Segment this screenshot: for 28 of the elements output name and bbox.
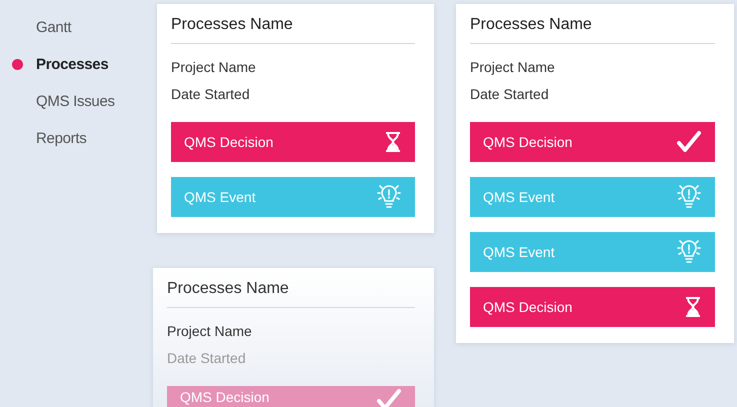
card-title: Processes Name bbox=[171, 15, 294, 35]
decision-bar[interactable]: QMS Decision bbox=[167, 386, 415, 407]
item-label: QMS Event bbox=[184, 189, 256, 205]
decision-bar[interactable]: QMS Decision bbox=[470, 287, 715, 327]
project-name: Project Name bbox=[171, 58, 257, 77]
lightbulb-icon bbox=[677, 239, 701, 265]
card-title: Processes Name bbox=[470, 15, 593, 35]
project-name: Project Name bbox=[470, 58, 556, 77]
item-label: QMS Decision bbox=[483, 134, 572, 150]
date-started: Date Started bbox=[171, 85, 251, 104]
decision-bar[interactable]: QMS Decision bbox=[470, 122, 715, 162]
item-label: QMS Event bbox=[483, 189, 555, 205]
sidebar-item[interactable]: Processes bbox=[36, 56, 108, 73]
lightbulb-icon bbox=[677, 184, 701, 210]
sidebar-item[interactable]: Gantt bbox=[36, 19, 72, 36]
active-dot-icon bbox=[12, 59, 23, 70]
decision-bar[interactable]: QMS Decision bbox=[171, 122, 415, 162]
lightbulb-icon bbox=[377, 184, 401, 210]
item-label: QMS Decision bbox=[184, 134, 274, 150]
card-title: Processes Name bbox=[167, 279, 290, 299]
date-started: Date Started bbox=[167, 349, 247, 368]
project-name: Project Name bbox=[167, 322, 253, 341]
item-label: QMS Decision bbox=[180, 389, 270, 405]
item-label: QMS Decision bbox=[483, 299, 572, 315]
sidebar-item[interactable]: Reports bbox=[36, 130, 86, 147]
item-label: QMS Event bbox=[483, 244, 555, 260]
date-started: Date Started bbox=[470, 85, 550, 104]
sidebar-item[interactable]: QMS Issues bbox=[36, 93, 115, 110]
